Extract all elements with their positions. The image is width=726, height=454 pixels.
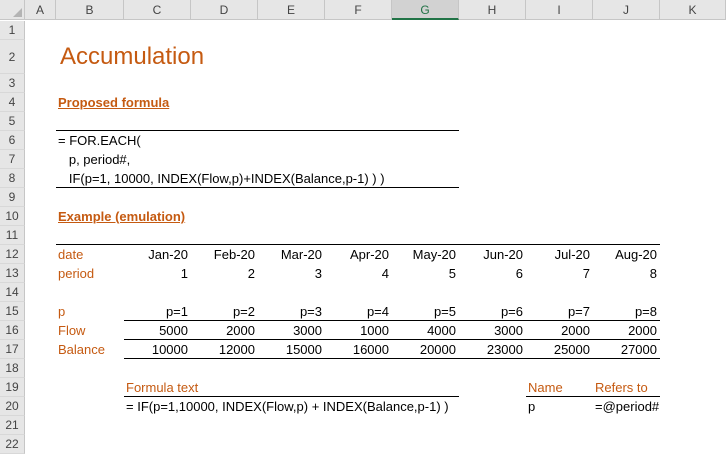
date-cell[interactable]: Jul-20 [526, 245, 590, 264]
flow-cell[interactable]: 3000 [258, 321, 322, 340]
period-cell[interactable]: 7 [526, 264, 590, 283]
p-cell[interactable]: p=4 [325, 302, 389, 321]
column-header-a[interactable]: A [25, 0, 56, 20]
date-cell[interactable]: Jun-20 [459, 245, 523, 264]
period-cell[interactable]: 8 [593, 264, 657, 283]
period-label[interactable]: period [58, 264, 94, 283]
flow-cell[interactable]: 5000 [124, 321, 188, 340]
formula-bottom-border [56, 187, 459, 188]
period-cell[interactable]: 2 [191, 264, 255, 283]
row-header-8[interactable]: 8 [0, 169, 25, 188]
period-cell[interactable]: 5 [392, 264, 456, 283]
refers-to-cell[interactable]: =@period# [595, 397, 659, 416]
column-header-d[interactable]: D [191, 0, 258, 20]
row-header-13[interactable]: 13 [0, 264, 25, 283]
period-cell[interactable]: 4 [325, 264, 389, 283]
formula-line-2[interactable]: p, period#, [58, 150, 130, 169]
row-header-16[interactable]: 16 [0, 321, 25, 340]
spreadsheet-grid: A B C D E F G H I J K 1 2 3 4 5 6 7 8 9 … [0, 0, 726, 454]
period-cell[interactable]: 3 [258, 264, 322, 283]
refers-to-header[interactable]: Refers to [595, 378, 648, 397]
row-header-12[interactable]: 12 [0, 245, 25, 264]
row-header-20[interactable]: 20 [0, 397, 25, 416]
row-header-14[interactable]: 14 [0, 283, 25, 302]
balance-cell[interactable]: 12000 [191, 340, 255, 359]
column-header-k[interactable]: K [660, 0, 726, 20]
formula-line-1[interactable]: = FOR.EACH( [58, 131, 141, 150]
column-header-g[interactable]: G [392, 0, 459, 20]
p-label[interactable]: p [58, 302, 65, 321]
row-header-6[interactable]: 6 [0, 131, 25, 150]
row-header-18[interactable]: 18 [0, 359, 25, 378]
flow-cell[interactable]: 4000 [392, 321, 456, 340]
date-cell[interactable]: Mar-20 [258, 245, 322, 264]
column-header-c[interactable]: C [124, 0, 191, 20]
flow-cell[interactable]: 3000 [459, 321, 523, 340]
balance-cell[interactable]: 25000 [526, 340, 590, 359]
p-cell[interactable]: p=3 [258, 302, 322, 321]
proposed-formula-heading[interactable]: Proposed formula [58, 93, 169, 112]
date-cell[interactable]: Aug-20 [593, 245, 657, 264]
column-header-b[interactable]: B [56, 0, 124, 20]
formula-text-cell[interactable]: = IF(p=1,10000, INDEX(Flow,p) + INDEX(Ba… [126, 397, 449, 416]
period-cell[interactable]: 1 [124, 264, 188, 283]
flow-cell[interactable]: 2000 [191, 321, 255, 340]
name-header[interactable]: Name [528, 378, 563, 397]
row-header-11[interactable]: 11 [0, 226, 25, 245]
balance-cell[interactable]: 16000 [325, 340, 389, 359]
name-cell[interactable]: p [528, 397, 535, 416]
flow-cell[interactable]: 2000 [526, 321, 590, 340]
formula-line-3[interactable]: IF(p=1, 10000, INDEX(Flow,p)+INDEX(Balan… [58, 169, 385, 188]
balance-cell[interactable]: 15000 [258, 340, 322, 359]
balance-cell[interactable]: 23000 [459, 340, 523, 359]
period-cell[interactable]: 6 [459, 264, 523, 283]
flow-label[interactable]: Flow [58, 321, 85, 340]
p-cell[interactable]: p=8 [593, 302, 657, 321]
balance-cell[interactable]: 10000 [124, 340, 188, 359]
date-label[interactable]: date [58, 245, 83, 264]
column-header-h[interactable]: H [459, 0, 526, 20]
row-header-21[interactable]: 21 [0, 416, 25, 435]
column-header-f[interactable]: F [325, 0, 392, 20]
date-cell[interactable]: May-20 [392, 245, 456, 264]
p-cell[interactable]: p=6 [459, 302, 523, 321]
row-header-5[interactable]: 5 [0, 112, 25, 131]
balance-cell[interactable]: 20000 [392, 340, 456, 359]
row-header-1[interactable]: 1 [0, 21, 25, 40]
column-header-e[interactable]: E [258, 0, 325, 20]
formula-text-label[interactable]: Formula text [126, 378, 198, 397]
example-heading[interactable]: Example (emulation) [58, 207, 185, 226]
p-cell[interactable]: p=5 [392, 302, 456, 321]
row-header-3[interactable]: 3 [0, 74, 25, 93]
p-cell[interactable]: p=2 [191, 302, 255, 321]
flow-cell[interactable]: 1000 [325, 321, 389, 340]
column-header-j[interactable]: J [593, 0, 660, 20]
select-all-icon [13, 8, 22, 17]
row-header-17[interactable]: 17 [0, 340, 25, 359]
date-cell[interactable]: Jan-20 [124, 245, 188, 264]
row-header-9[interactable]: 9 [0, 188, 25, 207]
row-header-10[interactable]: 10 [0, 207, 25, 226]
balance-label[interactable]: Balance [58, 340, 105, 359]
row-header-19[interactable]: 19 [0, 378, 25, 397]
page-title[interactable]: Accumulation [60, 42, 204, 72]
row-header-22[interactable]: 22 [0, 435, 25, 454]
date-cell[interactable]: Feb-20 [191, 245, 255, 264]
column-header-i[interactable]: I [526, 0, 593, 20]
row-header-2[interactable]: 2 [0, 40, 25, 74]
select-all-corner[interactable] [0, 0, 25, 20]
balance-cell[interactable]: 27000 [593, 340, 657, 359]
p-cell[interactable]: p=1 [124, 302, 188, 321]
row-header-4[interactable]: 4 [0, 93, 25, 112]
flow-cell[interactable]: 2000 [593, 321, 657, 340]
row-header-15[interactable]: 15 [0, 302, 25, 321]
row-header-7[interactable]: 7 [0, 150, 25, 169]
p-cell[interactable]: p=7 [526, 302, 590, 321]
date-cell[interactable]: Apr-20 [325, 245, 389, 264]
